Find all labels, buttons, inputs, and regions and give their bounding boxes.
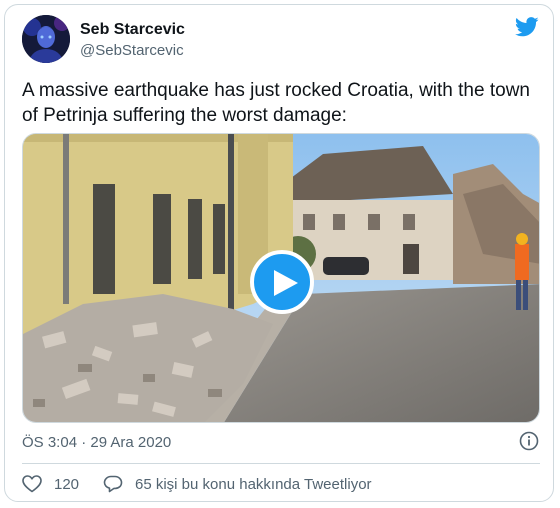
info-icon[interactable] xyxy=(519,431,539,451)
author-name[interactable]: Seb Starcevic xyxy=(80,21,185,39)
play-icon xyxy=(274,270,298,296)
like-count: 120 xyxy=(54,475,80,493)
heart-icon xyxy=(22,475,42,493)
play-button[interactable] xyxy=(250,250,314,314)
talking-about-link[interactable]: 65 kişi bu konu hakkında Tweetliyor xyxy=(103,473,372,495)
avatar[interactable] xyxy=(22,15,70,63)
reply-bubble-icon xyxy=(103,475,123,493)
twitter-bird-icon[interactable] xyxy=(515,17,539,37)
talking-about-text: 65 kişi bu konu hakkında Tweetliyor xyxy=(135,475,372,493)
tweet-timestamp[interactable]: ÖS 3:04 · 29 Ara 2020 xyxy=(22,434,171,451)
like-button[interactable]: 120 xyxy=(22,473,79,495)
author-handle[interactable]: @SebStarcevic xyxy=(80,42,184,59)
divider xyxy=(22,463,540,464)
tweet-card[interactable]: Seb Starcevic @SebStarcevic A massive ea… xyxy=(4,4,554,502)
tweet-video[interactable] xyxy=(22,133,540,423)
avatar-image xyxy=(22,15,70,63)
tweet-text: A massive earthquake has just rocked Cro… xyxy=(22,80,530,126)
